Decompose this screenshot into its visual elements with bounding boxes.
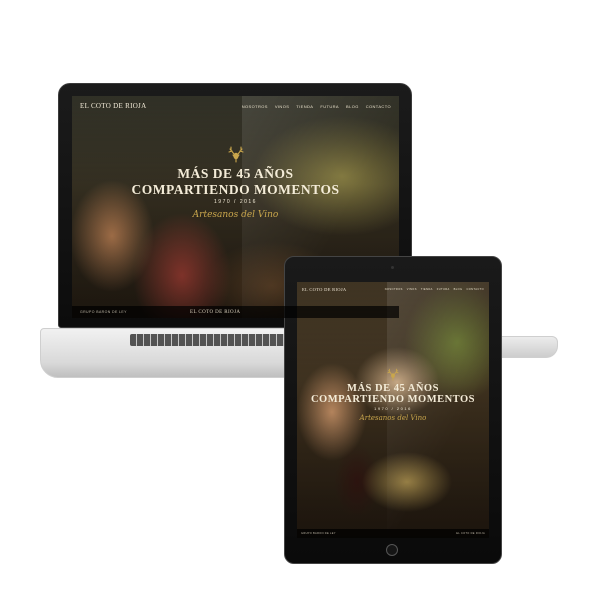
footer-brand: EL COTO DE RIOJA bbox=[190, 309, 241, 315]
deer-crest-icon bbox=[387, 368, 399, 381]
hero-block: MÁS DE 45 AÑOS COMPARTIENDO MOMENTOS 197… bbox=[72, 146, 399, 220]
nav-item-nosotros[interactable]: NOSOTROS bbox=[242, 104, 268, 109]
hero-years: 1970 / 2016 bbox=[374, 406, 412, 411]
hero-title-line1: MÁS DE 45 AÑOS bbox=[347, 383, 439, 394]
laptop-footer-bar: GRUPO BARON DE LEY EL COTO DE RIOJA bbox=[72, 306, 399, 318]
hero-block: MÁS DE 45 AÑOS COMPARTIENDO MOMENTOS 197… bbox=[297, 368, 489, 422]
nav-item-blog[interactable]: BLOG bbox=[346, 104, 359, 109]
nav-menu: NOSOTROS VINOS TIENDA FUTURA BLOG CONTAC… bbox=[242, 104, 391, 109]
brand-logo[interactable]: EL COTO DE RIOJA bbox=[80, 102, 146, 110]
footer-group-link[interactable]: GRUPO BARON DE LEY bbox=[301, 532, 336, 535]
keyboard bbox=[130, 334, 286, 346]
brand-logo[interactable]: EL COTO DE RIOJA bbox=[302, 287, 346, 292]
hero-years: 1970 / 2016 bbox=[214, 199, 257, 205]
nav-item-vinos[interactable]: VINOS bbox=[275, 104, 289, 109]
hero-title-line2: COMPARTIENDO MOMENTOS bbox=[131, 182, 340, 197]
nav-item-vinos[interactable]: VINOS bbox=[407, 288, 417, 291]
nav-item-contacto[interactable]: CONTACTO bbox=[466, 288, 484, 291]
nav-item-tienda[interactable]: TIENDA bbox=[296, 104, 313, 109]
hero-tagline: Artesanos del Vino bbox=[192, 210, 279, 220]
laptop-navbar: EL COTO DE RIOJA NOSOTROS VINOS TIENDA F… bbox=[72, 96, 399, 116]
nav-item-futura[interactable]: FUTURA bbox=[437, 288, 450, 291]
nav-item-futura[interactable]: FUTURA bbox=[320, 104, 339, 109]
camera-icon bbox=[391, 266, 394, 269]
nav-item-contacto[interactable]: CONTACTO bbox=[366, 104, 391, 109]
nav-menu: NOSOTROS VINOS TIENDA FUTURA BLOG CONTAC… bbox=[385, 288, 484, 291]
nav-item-tienda[interactable]: TIENDA bbox=[421, 288, 433, 291]
home-button-icon[interactable] bbox=[386, 544, 398, 556]
footer-brand: EL COTO DE RIOJA bbox=[456, 532, 485, 535]
tablet-navbar: EL COTO DE RIOJA NOSOTROS VINOS TIENDA F… bbox=[297, 282, 489, 296]
tablet-screen: EL COTO DE RIOJA NOSOTROS VINOS TIENDA F… bbox=[297, 282, 489, 538]
footer-group-link[interactable]: GRUPO BARON DE LEY bbox=[80, 310, 190, 314]
nav-item-nosotros[interactable]: NOSOTROS bbox=[385, 288, 403, 291]
deer-crest-icon bbox=[227, 146, 244, 163]
nav-item-blog[interactable]: BLOG bbox=[454, 288, 463, 291]
hero-title-line2: COMPARTIENDO MOMENTOS bbox=[310, 394, 476, 405]
hero-title-line1: MÁS DE 45 AÑOS bbox=[177, 166, 294, 181]
tablet-footer-bar: GRUPO BARON DE LEY EL COTO DE RIOJA bbox=[297, 529, 489, 538]
hero-tagline: Artesanos del Vino bbox=[359, 414, 427, 422]
